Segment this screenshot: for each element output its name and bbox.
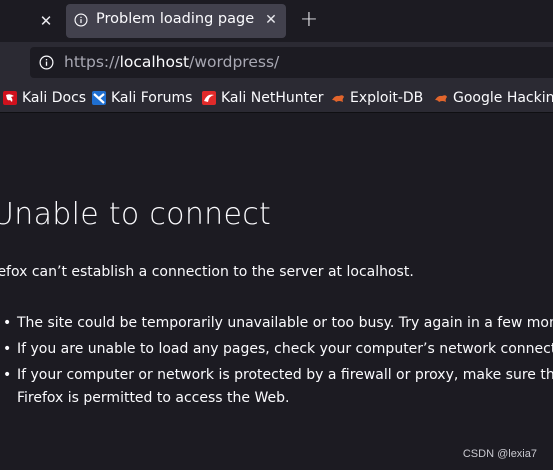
bookmark-label: Kali Forums: [111, 90, 193, 106]
watermark: CSDN @lexia7: [462, 448, 537, 460]
site-info-icon[interactable]: [39, 55, 54, 70]
url-path: /wordpress/: [189, 53, 280, 71]
bookmark-label: Kali NetHunter: [221, 90, 324, 106]
error-description: refox can’t establish a connection to th…: [0, 264, 414, 280]
navigation-toolbar: https://localhost/wordpress/: [0, 42, 553, 84]
list-item: • If you are unable to load any pages, c…: [0, 338, 553, 361]
info-icon: [74, 13, 88, 27]
exploit-db-icon: [332, 95, 344, 102]
list-item-text: If you are unable to load any pages, che…: [17, 341, 553, 357]
bookmarks-toolbar: Kali Docs Kali Forums Kali NetHunter Exp…: [0, 84, 553, 113]
list-item-text: If your computer or network is protected…: [17, 367, 553, 406]
bullet: •: [3, 315, 12, 331]
kali-forums-icon: [92, 91, 106, 105]
page-title: Unable to connect: [0, 197, 272, 232]
error-page: Unable to connect refox can’t establish …: [0, 113, 553, 470]
close-icon[interactable]: ✕: [34, 9, 58, 33]
error-suggestions: • The site could be temporarily unavaila…: [0, 312, 553, 413]
tab-title: Problem loading page: [96, 11, 255, 27]
list-item-text: The site could be temporarily unavailabl…: [17, 315, 553, 331]
new-tab-button[interactable]: +: [296, 8, 322, 34]
bookmark-label: Kali Docs: [22, 90, 87, 106]
kali-nethunter-icon: [202, 91, 216, 105]
bookmark-label: Exploit-DB: [350, 90, 424, 106]
google-hacking-icon: [435, 95, 447, 102]
url-scheme: https://: [64, 53, 120, 71]
tab-bar: ✕ Problem loading page ✕ +: [0, 0, 553, 42]
tab-problem-loading[interactable]: Problem loading page ✕: [66, 4, 286, 38]
url-host: localhost: [119, 53, 190, 71]
bullet: •: [3, 367, 12, 383]
bullet: •: [3, 341, 12, 357]
bookmark-label: Google Hacking: [453, 90, 553, 106]
url-text[interactable]: https://localhost/wordpress/: [64, 53, 279, 71]
kali-docs-icon: [3, 91, 17, 105]
list-item: • The site could be temporarily unavaila…: [0, 312, 553, 335]
close-icon[interactable]: ✕: [260, 9, 282, 31]
list-item: • If your computer or network is protect…: [0, 364, 553, 410]
url-bar[interactable]: https://localhost/wordpress/: [30, 47, 553, 78]
